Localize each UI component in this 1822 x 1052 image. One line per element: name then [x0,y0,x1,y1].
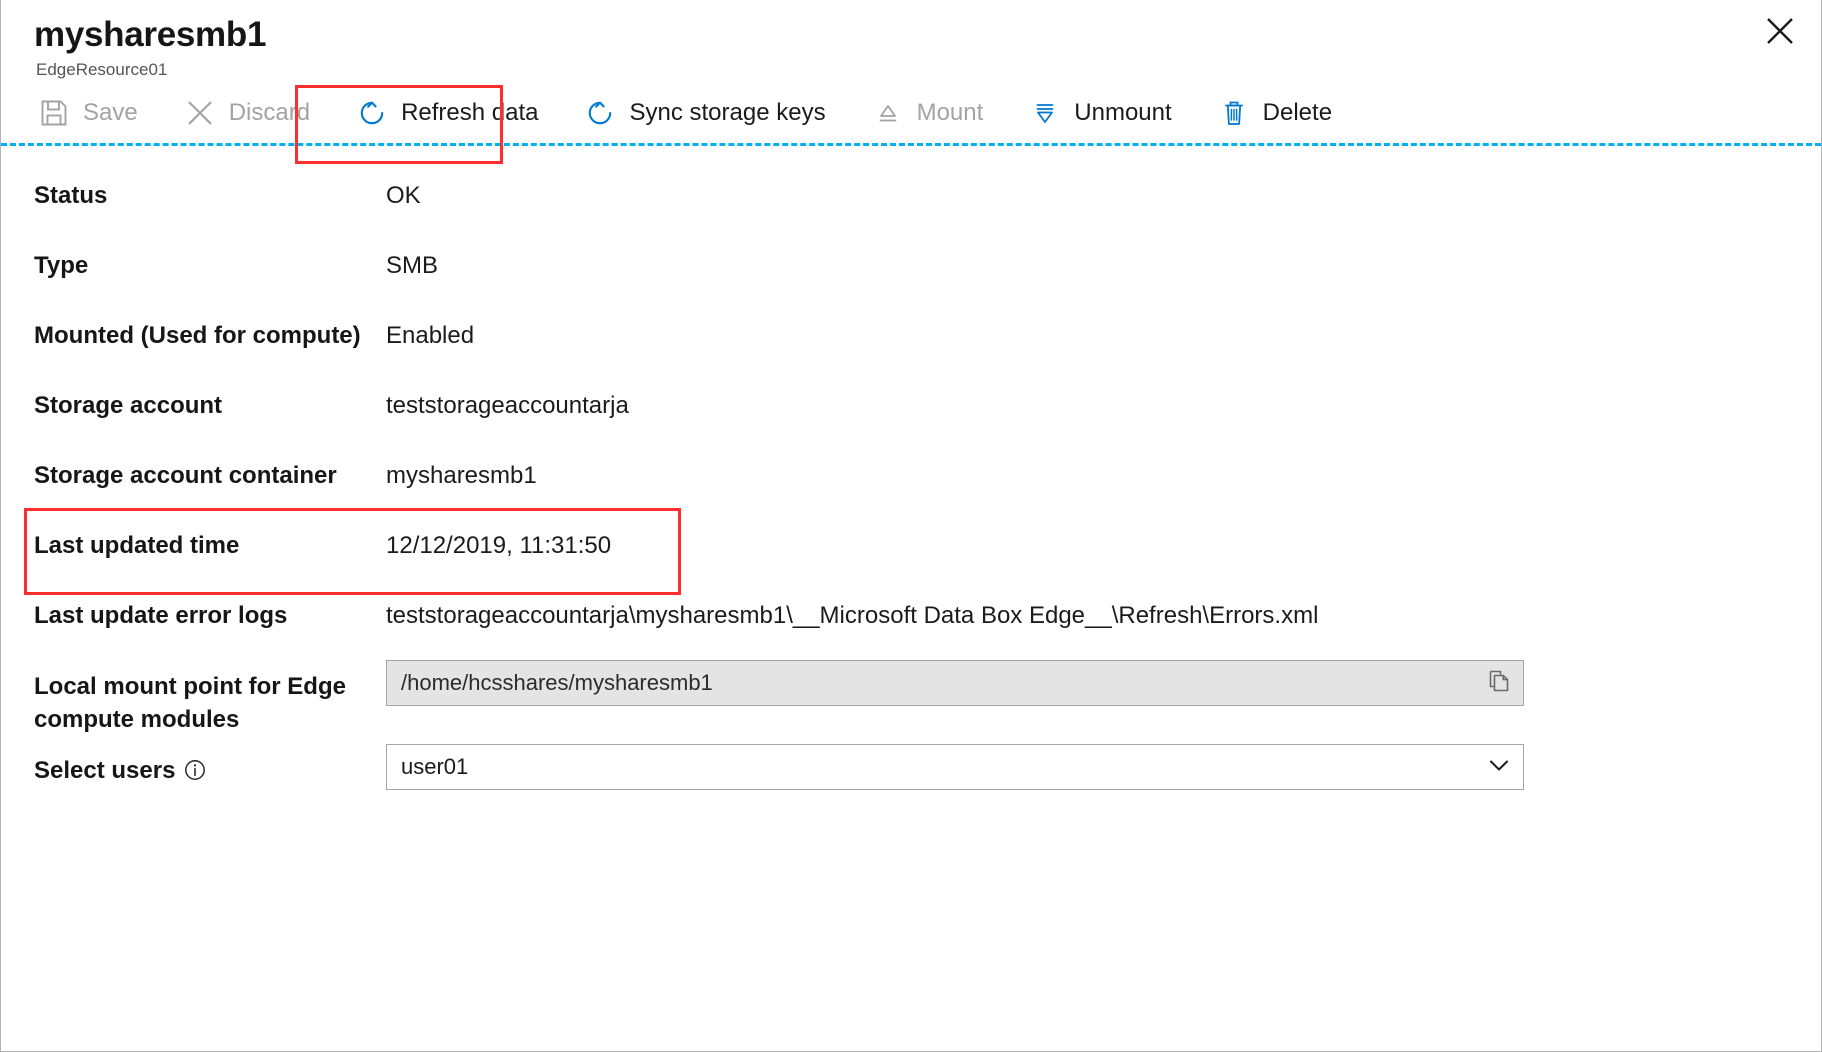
sync-icon [584,97,616,129]
chevron-down-icon [1486,752,1512,783]
property-row-local-mount-point: Local mount point for Edge compute modul… [34,660,1791,744]
property-value: teststorageaccountarja\mysharesmb1\__Mic… [386,590,1318,632]
property-row-type: Type SMB [34,240,1791,310]
refresh-icon [356,97,388,129]
refresh-data-label: Refresh data [401,99,538,127]
property-label: Last updated time [34,520,386,562]
select-users-value: user01 [401,754,468,780]
refresh-data-button[interactable]: Refresh data [352,88,554,138]
select-users-label-text: Select users [34,757,175,784]
property-label: Type [34,240,386,282]
save-icon [38,97,70,129]
mount-button[interactable]: Mount [868,88,1000,138]
sync-storage-keys-label: Sync storage keys [629,99,825,127]
discard-label: Discard [229,99,310,127]
local-mount-point-field: /home/hcsshares/mysharesmb1 [386,660,1524,706]
discard-icon [184,97,216,129]
delete-label: Delete [1263,99,1332,127]
select-users-chevron[interactable] [1485,744,1513,790]
unmount-button[interactable]: Unmount [1025,88,1187,138]
delete-icon [1218,97,1250,129]
property-value: OK [386,170,421,212]
mount-label: Mount [917,99,984,127]
property-row-status: Status OK [34,170,1791,240]
properties-list: Status OK Type SMB Mounted (Used for com… [1,142,1821,828]
page-subtitle: EdgeResource01 [36,58,1791,82]
blade-header: mysharesmb1 EdgeResource01 [1,0,1821,84]
property-label: Storage account container [34,450,386,492]
delete-button[interactable]: Delete [1214,88,1348,138]
select-users-dropdown[interactable]: user01 [386,744,1524,790]
info-icon[interactable] [184,759,206,781]
mount-icon [872,97,904,129]
save-label: Save [83,99,138,127]
property-row-storage-account: Storage account teststorageaccountarja [34,380,1791,450]
unmount-label: Unmount [1074,99,1171,127]
unmount-icon [1029,97,1061,129]
blade-panel: mysharesmb1 EdgeResource01 Save [0,0,1822,1052]
property-value: 12/12/2019, 11:31:50 [386,520,611,562]
save-button[interactable]: Save [34,88,154,138]
property-value: SMB [386,240,438,282]
property-row-last-update-error-logs: Last update error logs teststorageaccoun… [34,590,1791,660]
property-row-mounted: Mounted (Used for compute) Enabled [34,310,1791,380]
property-value: Enabled [386,310,474,352]
focus-indicator-line [1,143,1821,146]
select-users-field: user01 [386,744,1524,790]
close-button[interactable] [1757,10,1803,56]
discard-button[interactable]: Discard [180,88,326,138]
local-mount-point-input[interactable]: /home/hcsshares/mysharesmb1 [386,660,1524,706]
property-label: Storage account [34,380,386,422]
property-row-storage-account-container: Storage account container mysharesmb1 [34,450,1791,520]
property-row-last-updated-time: Last updated time 12/12/2019, 11:31:50 [34,520,1791,590]
copy-icon [1486,668,1512,699]
page-title: mysharesmb1 [34,14,1791,56]
select-users-label: Select users [34,744,386,787]
local-mount-point-label: Local mount point for Edge compute modul… [34,660,386,736]
property-label: Status [34,170,386,212]
sync-storage-keys-button[interactable]: Sync storage keys [580,88,841,138]
property-label: Mounted (Used for compute) [34,310,386,352]
property-value: mysharesmb1 [386,450,537,492]
property-row-select-users: Select users user01 [34,744,1791,828]
command-bar: Save Discard Refresh data [1,84,1821,142]
copy-button[interactable] [1485,660,1513,706]
property-value: teststorageaccountarja [386,380,629,422]
local-mount-point-value: /home/hcsshares/mysharesmb1 [401,670,713,696]
property-label: Last update error logs [34,590,386,632]
close-icon [1765,16,1795,51]
